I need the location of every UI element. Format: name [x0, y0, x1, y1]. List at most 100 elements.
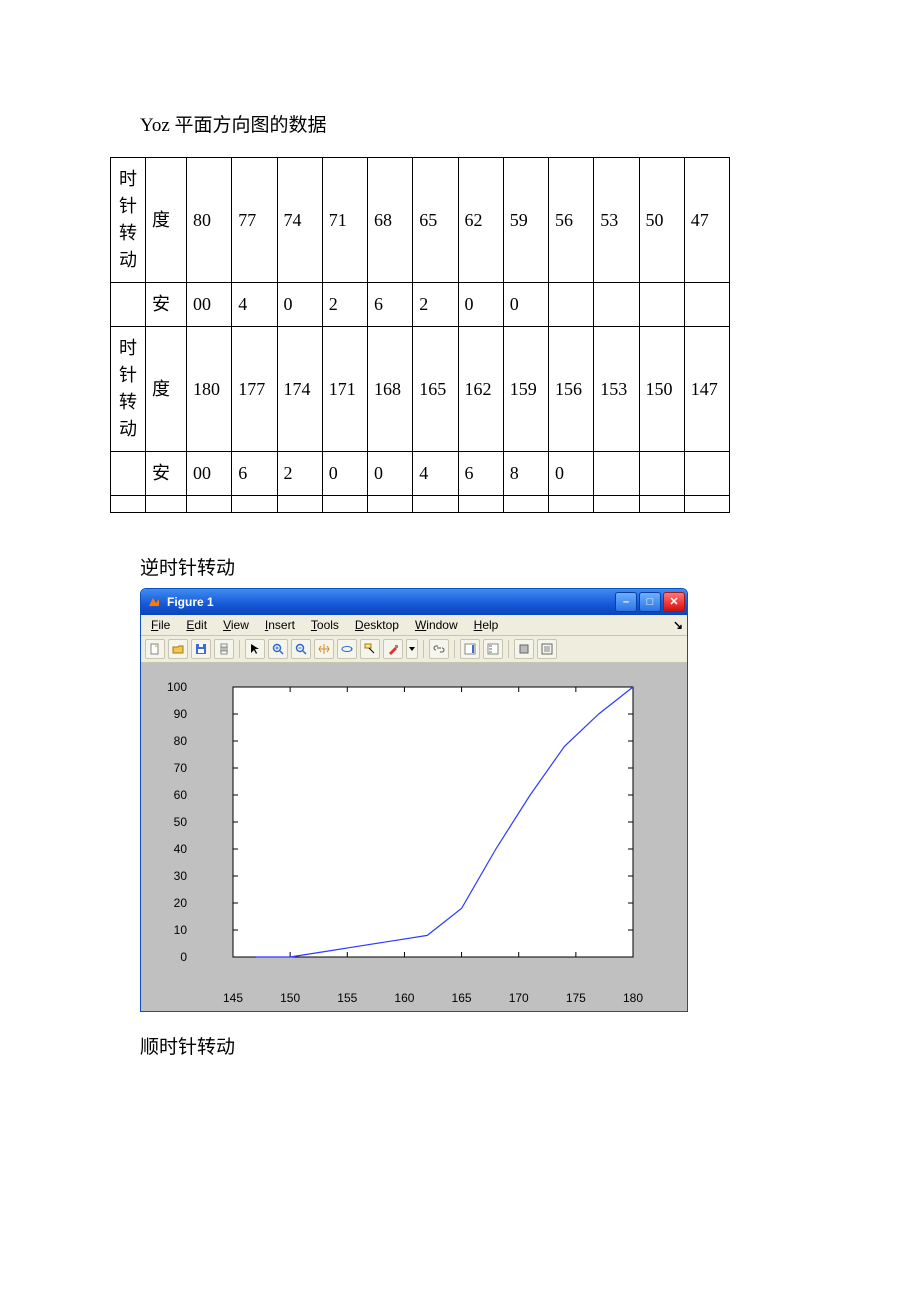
insert-legend-icon[interactable]	[483, 639, 503, 659]
row-unit: 度	[146, 327, 187, 452]
row-unit	[146, 496, 187, 513]
menu-tools[interactable]: Tools	[305, 617, 345, 633]
hide-plot-tools-icon[interactable]	[514, 639, 534, 659]
cell	[684, 452, 729, 496]
menu-window[interactable]: Window	[409, 617, 464, 633]
row-label	[111, 452, 146, 496]
insert-colorbar-icon[interactable]	[460, 639, 480, 659]
row-unit: 安	[146, 452, 187, 496]
cell: 53	[594, 158, 639, 283]
cell: 50	[639, 158, 684, 283]
cell: 68	[368, 158, 413, 283]
cell	[503, 496, 548, 513]
cell: 171	[322, 327, 367, 452]
menu-edit[interactable]: Edit	[180, 617, 213, 633]
cell: 80	[187, 158, 232, 283]
cell	[594, 283, 639, 327]
cell: 159	[503, 327, 548, 452]
window-title: Figure 1	[167, 595, 609, 609]
x-tick-label: 145	[223, 991, 243, 1005]
cell: 168	[368, 327, 413, 452]
cell: 62	[458, 158, 503, 283]
caption-cw: 顺时针转动	[140, 1032, 810, 1059]
cell: 174	[277, 327, 322, 452]
menu-file[interactable]: File	[145, 617, 176, 633]
cell: 59	[503, 158, 548, 283]
cell	[232, 496, 277, 513]
brush-icon[interactable]	[383, 639, 403, 659]
dock-handle-icon[interactable]: ↘	[673, 618, 683, 632]
y-tick-label: 30	[174, 869, 187, 883]
y-tick-label: 80	[174, 734, 187, 748]
menu-view[interactable]: View	[217, 617, 255, 633]
cell	[277, 496, 322, 513]
cell: 56	[549, 158, 594, 283]
cell	[549, 283, 594, 327]
cell: 0	[503, 283, 548, 327]
window-close-button[interactable]: ✕	[663, 592, 685, 612]
y-tick-label: 70	[174, 761, 187, 775]
menu-help[interactable]: Help	[468, 617, 505, 633]
cell: 0	[277, 283, 322, 327]
cell	[458, 496, 503, 513]
cell: 4	[232, 283, 277, 327]
table-row: 安 00 6 2 0 0 4 6 8 0	[111, 452, 730, 496]
show-plot-tools-icon[interactable]	[537, 639, 557, 659]
menu-insert[interactable]: Insert	[259, 617, 301, 633]
data-table: 时针转动 度 80 77 74 71 68 65 62 59 56 53 50 …	[110, 157, 730, 513]
x-tick-label: 155	[337, 991, 357, 1005]
cell: 150	[639, 327, 684, 452]
cell: 6	[232, 452, 277, 496]
row-unit: 度	[146, 158, 187, 283]
y-tick-label: 60	[174, 788, 187, 802]
y-tick-label: 20	[174, 896, 187, 910]
open-file-icon[interactable]	[168, 639, 188, 659]
link-icon[interactable]	[429, 639, 449, 659]
table-row: 时针转动 度 80 77 74 71 68 65 62 59 56 53 50 …	[111, 158, 730, 283]
cell	[322, 496, 367, 513]
dropdown-icon[interactable]	[406, 639, 418, 659]
row-label	[111, 496, 146, 513]
cell: 71	[322, 158, 367, 283]
pointer-icon[interactable]	[245, 639, 265, 659]
cell: 156	[549, 327, 594, 452]
rotate-3d-icon[interactable]	[337, 639, 357, 659]
cell	[639, 496, 684, 513]
cell: 4	[413, 452, 458, 496]
cell: 0	[549, 452, 594, 496]
window-maximize-button[interactable]: □	[639, 592, 661, 612]
data-cursor-icon[interactable]	[360, 639, 380, 659]
cell	[368, 496, 413, 513]
x-tick-label: 180	[623, 991, 643, 1005]
row-label: 时针转动	[111, 158, 146, 283]
x-tick-label: 150	[280, 991, 300, 1005]
section-title: Yoz 平面方向图的数据	[110, 110, 810, 137]
table-row: 时针转动 度 180 177 174 171 168 165 162 159 1…	[111, 327, 730, 452]
toolbar	[141, 636, 687, 663]
titlebar[interactable]: Figure 1 – □ ✕	[141, 589, 687, 615]
row-label	[111, 283, 146, 327]
x-tick-label: 170	[509, 991, 529, 1005]
pan-icon[interactable]	[314, 639, 334, 659]
new-file-icon[interactable]	[145, 639, 165, 659]
cell	[639, 452, 684, 496]
zoom-in-icon[interactable]	[268, 639, 288, 659]
cell: 77	[232, 158, 277, 283]
cell	[187, 496, 232, 513]
y-tick-label: 10	[174, 923, 187, 937]
line-chart	[193, 677, 653, 987]
cell: 8	[503, 452, 548, 496]
cell: 0	[368, 452, 413, 496]
row-label: 时针转动	[111, 327, 146, 452]
row-unit: 安	[146, 283, 187, 327]
print-icon[interactable]	[214, 639, 234, 659]
cell: 153	[594, 327, 639, 452]
menu-desktop[interactable]: Desktop	[349, 617, 405, 633]
cell: 2	[413, 283, 458, 327]
window-minimize-button[interactable]: –	[615, 592, 637, 612]
x-tick-label: 160	[394, 991, 414, 1005]
zoom-out-icon[interactable]	[291, 639, 311, 659]
cell: 74	[277, 158, 322, 283]
save-icon[interactable]	[191, 639, 211, 659]
cell: 47	[684, 158, 729, 283]
